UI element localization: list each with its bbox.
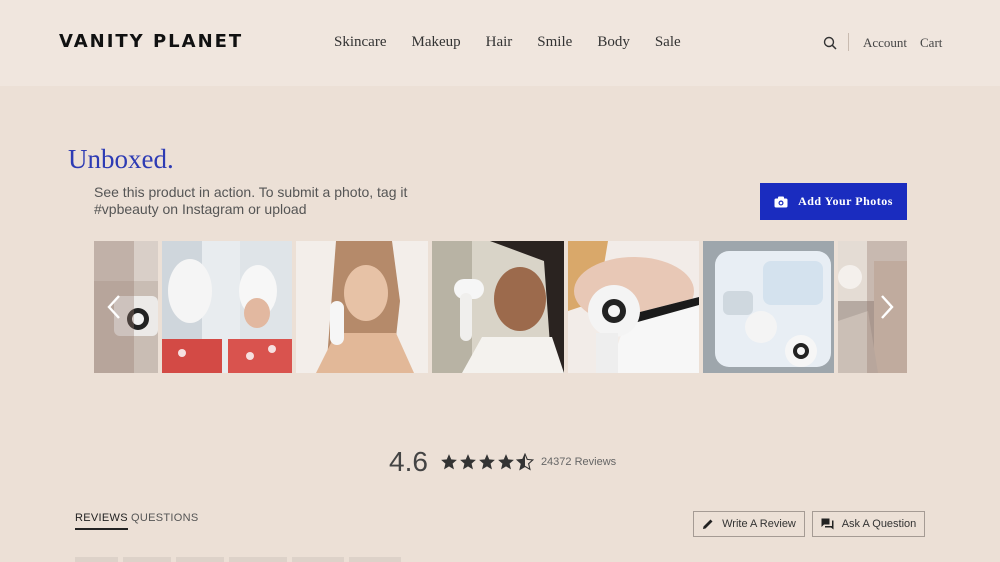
placeholder-bar: [349, 557, 401, 562]
photo-woman-robe[interactable]: [432, 241, 564, 373]
placeholder-bar: [123, 557, 171, 562]
cart-link[interactable]: Cart: [920, 35, 942, 51]
write-review-label: Write A Review: [722, 518, 796, 530]
account-link[interactable]: Account: [863, 35, 907, 51]
half-star-icon: [515, 453, 534, 471]
star-icon: [460, 454, 476, 470]
nav-hair[interactable]: Hair: [486, 34, 513, 51]
star-icon: [498, 454, 514, 470]
chevron-right-icon: [881, 295, 894, 319]
search-icon[interactable]: [823, 36, 837, 50]
nav-makeup[interactable]: Makeup: [411, 34, 460, 51]
chevron-left-icon: [107, 295, 120, 319]
main-nav: Skincare Makeup Hair Smile Body Sale: [334, 34, 706, 51]
camera-icon: [774, 196, 788, 207]
placeholder-bar: [75, 557, 118, 562]
star-icon: [441, 454, 457, 470]
add-photos-button[interactable]: Add Your Photos: [760, 183, 907, 220]
add-photos-label: Add Your Photos: [798, 194, 893, 208]
photo-towel-mirror[interactable]: [162, 241, 292, 373]
placeholder-bar: [292, 557, 344, 562]
site-header: VANITY PLANET Skincare Makeup Hair Smile…: [0, 0, 1000, 86]
nav-smile[interactable]: Smile: [537, 34, 572, 51]
pencil-icon: [703, 519, 713, 529]
chat-icon: [821, 518, 834, 530]
photo-woman-cleansing[interactable]: [296, 241, 428, 373]
photo-carousel: [94, 241, 907, 373]
tab-reviews[interactable]: REVIEWS: [75, 512, 128, 530]
tab-questions[interactable]: QUESTIONS: [131, 512, 199, 524]
filter-placeholders: [75, 557, 406, 562]
placeholder-bar: [229, 557, 287, 562]
nav-sale[interactable]: Sale: [655, 34, 681, 51]
unboxed-description: See this product in action. To submit a …: [94, 184, 408, 217]
rating-summary: 4.6 24372 Reviews: [389, 446, 616, 478]
header-divider: [848, 33, 849, 51]
star-icon: [479, 454, 495, 470]
carousel-prev-button[interactable]: [94, 241, 134, 373]
placeholder-bar: [176, 557, 224, 562]
photo-device-kit[interactable]: [703, 241, 834, 373]
write-review-button[interactable]: Write A Review: [693, 511, 805, 537]
review-count: 24372 Reviews: [540, 456, 617, 468]
nav-skincare[interactable]: Skincare: [334, 34, 386, 51]
rating-score: 4.6: [389, 446, 428, 477]
photo-brush-closeup[interactable]: [568, 241, 699, 373]
nav-body[interactable]: Body: [597, 34, 630, 51]
star-rating: [440, 453, 535, 471]
ask-question-label: Ask A Question: [841, 518, 917, 530]
logo[interactable]: VANITY PLANET: [59, 31, 243, 52]
carousel-next-button[interactable]: [867, 241, 907, 373]
unboxed-title: Unboxed.: [68, 144, 174, 174]
ask-question-button[interactable]: Ask A Question: [812, 511, 925, 537]
